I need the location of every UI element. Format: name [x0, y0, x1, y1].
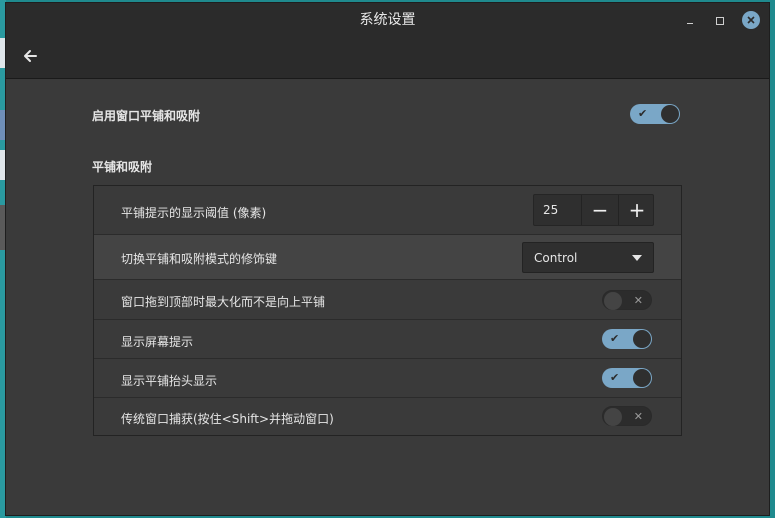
back-button[interactable]	[22, 47, 40, 65]
setting-label: 传统窗口捕获(按住<Shift>并拖动窗口)	[121, 412, 334, 426]
maximize-top-switch[interactable]: ✕	[602, 290, 652, 310]
setting-label: 平铺提示的显示阈值 (像素)	[121, 206, 267, 220]
x-icon: ✕	[633, 410, 643, 423]
arrow-left-icon	[24, 50, 37, 62]
setting-row-screen-hint: 显示屏幕提示 ✔	[94, 320, 681, 359]
setting-row-modifier: 切换平铺和吸附模式的修饰键 Control	[94, 235, 681, 280]
legacy-snap-switch[interactable]: ✕	[602, 406, 652, 426]
check-icon: ✔	[638, 107, 648, 120]
check-icon: ✔	[610, 371, 620, 384]
modifier-dropdown[interactable]: Control	[522, 242, 654, 273]
threshold-value[interactable]: 25	[543, 203, 558, 217]
threshold-spinbutton: 25 − +	[533, 194, 654, 226]
setting-label: 显示屏幕提示	[121, 335, 194, 349]
enable-tiling-label: 启用窗口平铺和吸附	[92, 109, 201, 123]
x-icon: ✕	[633, 294, 643, 307]
chevron-down-icon	[632, 255, 642, 261]
screen-hint-switch[interactable]: ✔	[602, 329, 652, 349]
window-title: 系统设置	[359, 12, 416, 28]
increment-button[interactable]: +	[619, 197, 655, 223]
settings-window: 系统设置 启用窗口平铺和吸附 ✔ 平铺和吸附 平铺提示的显示阈值 (像素) 25	[5, 2, 770, 516]
minimize-button[interactable]	[682, 13, 698, 29]
enable-tiling-switch[interactable]: ✔	[630, 104, 680, 124]
setting-label: 切换平铺和吸附模式的修饰键	[121, 252, 278, 266]
switch-knob	[661, 105, 679, 123]
minimize-icon	[687, 23, 693, 24]
hud-switch[interactable]: ✔	[602, 368, 652, 388]
setting-row-legacy-snap: 传统窗口捕获(按住<Shift>并拖动窗口) ✕	[94, 398, 681, 435]
switch-knob	[604, 408, 622, 426]
close-icon	[747, 16, 755, 24]
section-title: 平铺和吸附	[92, 160, 153, 174]
switch-knob	[633, 330, 651, 348]
setting-label: 窗口拖到顶部时最大化而不是向上平铺	[121, 295, 326, 309]
titlebar: 系统设置	[6, 3, 769, 79]
setting-row-hud: 显示平铺抬头显示 ✔	[94, 359, 681, 398]
switch-knob	[633, 369, 651, 387]
decrement-button[interactable]: −	[582, 197, 618, 223]
setting-label: 显示平铺抬头显示	[121, 374, 218, 388]
setting-row-maximize-top: 窗口拖到顶部时最大化而不是向上平铺 ✕	[94, 280, 681, 320]
tiling-settings-panel: 平铺提示的显示阈值 (像素) 25 − + 切换平铺和吸附模式的修饰键 Cont…	[93, 185, 682, 436]
maximize-button[interactable]	[712, 13, 728, 29]
maximize-icon	[716, 17, 724, 25]
check-icon: ✔	[610, 332, 620, 345]
close-button[interactable]	[742, 11, 760, 29]
modifier-value: Control	[534, 251, 578, 265]
switch-knob	[604, 292, 622, 310]
setting-row-threshold: 平铺提示的显示阈值 (像素) 25 − +	[94, 186, 681, 235]
